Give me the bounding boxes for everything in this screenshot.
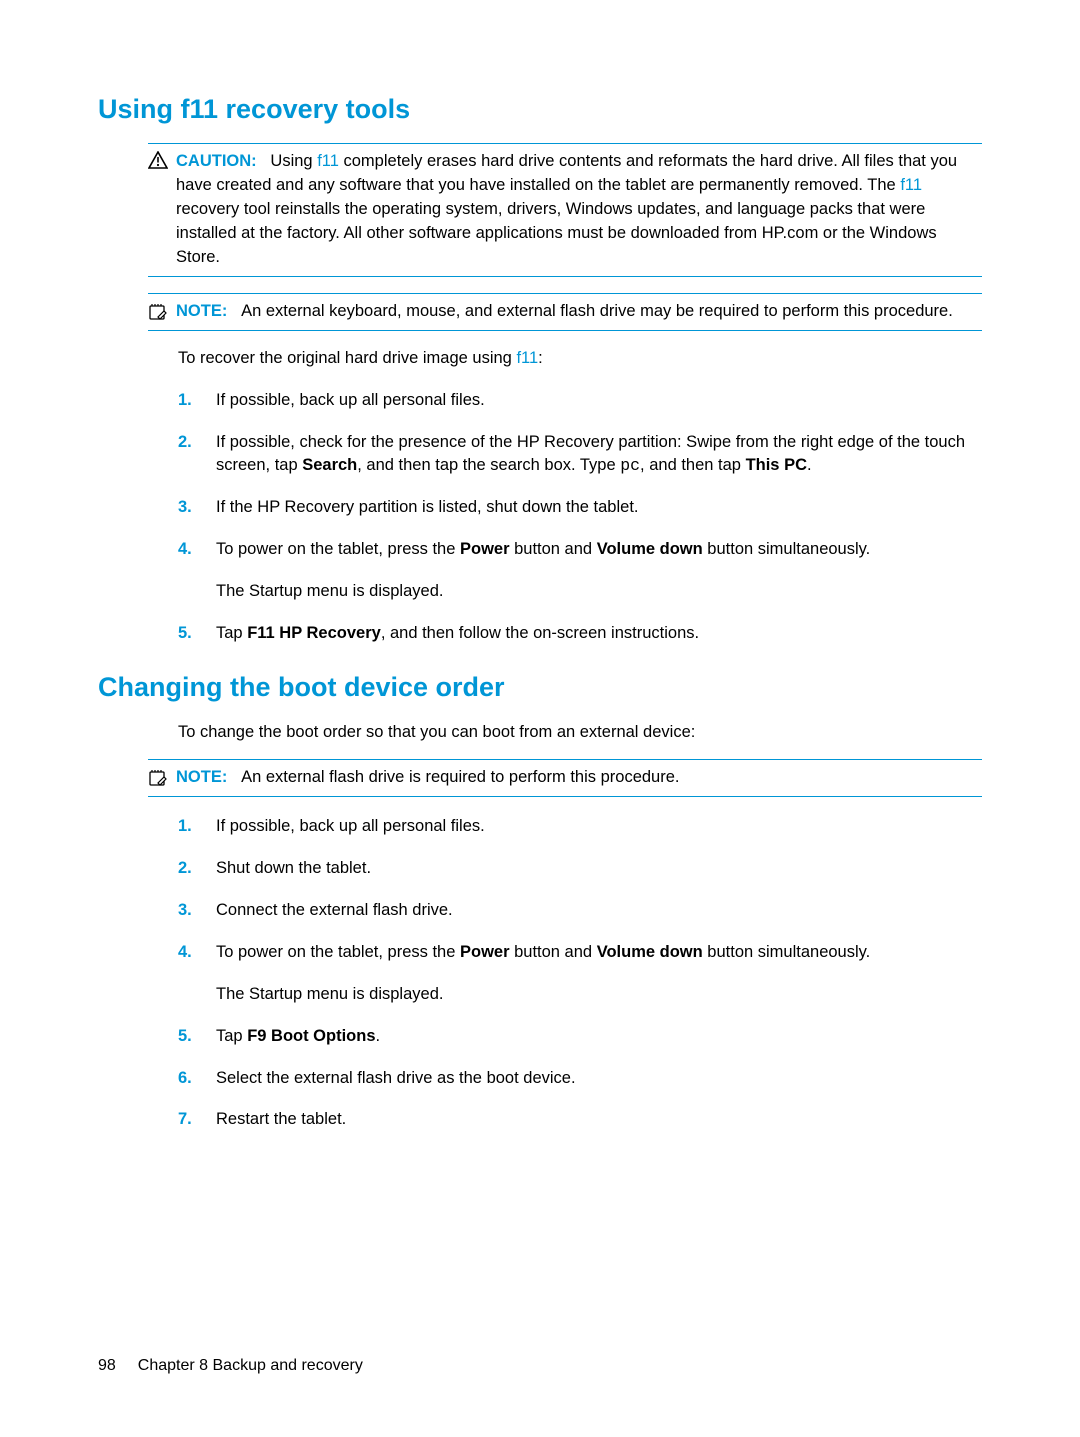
list-item: 1. If possible, back up all personal fil… xyxy=(178,815,982,839)
f9-boot-keyword: F9 Boot Options xyxy=(247,1027,375,1045)
step-number: 5. xyxy=(178,622,192,646)
note-text: NOTE: An external flash drive is require… xyxy=(176,766,982,790)
heading-using-f11: Using f11 recovery tools xyxy=(98,90,982,129)
list-item: 1. If possible, back up all personal fil… xyxy=(178,389,982,413)
caution-label: CAUTION: xyxy=(176,152,257,170)
step-number: 7. xyxy=(178,1108,192,1132)
list-item: 4. To power on the tablet, press the Pow… xyxy=(178,538,982,604)
list-item: 4. To power on the tablet, press the Pow… xyxy=(178,941,982,1007)
power-keyword: Power xyxy=(460,943,510,961)
pc-code: pc xyxy=(620,456,640,475)
step-number: 2. xyxy=(178,431,192,455)
note-text: NOTE: An external keyboard, mouse, and e… xyxy=(176,300,982,324)
note-icon xyxy=(148,767,172,787)
step-number: 1. xyxy=(178,815,192,839)
f11-key: f11 xyxy=(516,349,538,367)
sub-paragraph: The Startup menu is displayed. xyxy=(216,580,982,604)
step-number: 4. xyxy=(178,538,192,562)
page-number: 98 xyxy=(98,1357,116,1374)
note-label: NOTE: xyxy=(176,302,227,320)
caution-icon xyxy=(148,151,172,169)
list-item: 3. If the HP Recovery partition is liste… xyxy=(178,496,982,520)
note-callout-2: NOTE: An external flash drive is require… xyxy=(148,759,982,797)
search-keyword: Search xyxy=(302,456,357,474)
step-number: 5. xyxy=(178,1025,192,1049)
note-label: NOTE: xyxy=(176,768,227,786)
caution-text: CAUTION: Using f11 completely erases har… xyxy=(176,150,982,270)
step-number: 2. xyxy=(178,857,192,881)
list-item: 5. Tap F11 HP Recovery, and then follow … xyxy=(178,622,982,646)
list-item: 3. Connect the external flash drive. xyxy=(178,899,982,923)
power-keyword: Power xyxy=(460,540,510,558)
chapter-label: Chapter 8 Backup and recovery xyxy=(138,1357,363,1374)
sub-paragraph: The Startup menu is displayed. xyxy=(216,983,982,1007)
step-number: 4. xyxy=(178,941,192,965)
list-item: 7. Restart the tablet. xyxy=(178,1108,982,1132)
note-icon xyxy=(148,301,172,321)
steps-list-1: 1. If possible, back up all personal fil… xyxy=(178,389,982,646)
heading-boot-order: Changing the boot device order xyxy=(98,668,982,707)
step-number: 3. xyxy=(178,496,192,520)
caution-callout: CAUTION: Using f11 completely erases har… xyxy=(148,143,982,277)
f11-key: f11 xyxy=(317,152,339,170)
step-number: 1. xyxy=(178,389,192,413)
intro-text-2: To change the boot order so that you can… xyxy=(178,721,982,745)
list-item: 6. Select the external flash drive as th… xyxy=(178,1067,982,1091)
step-number: 3. xyxy=(178,899,192,923)
list-item: 2. If possible, check for the presence o… xyxy=(178,431,982,479)
f11-recovery-keyword: F11 HP Recovery xyxy=(247,624,381,642)
page: Using f11 recovery tools CAUTION: Using … xyxy=(0,0,1080,1437)
page-footer: 98 Chapter 8 Backup and recovery xyxy=(98,1354,363,1377)
list-item: 2. Shut down the tablet. xyxy=(178,857,982,881)
step-number: 6. xyxy=(178,1067,192,1091)
note-callout: NOTE: An external keyboard, mouse, and e… xyxy=(148,293,982,331)
steps-list-2: 1. If possible, back up all personal fil… xyxy=(178,815,982,1132)
intro-text: To recover the original hard drive image… xyxy=(178,347,982,371)
this-pc-keyword: This PC xyxy=(746,456,807,474)
list-item: 5. Tap F9 Boot Options. xyxy=(178,1025,982,1049)
volume-down-keyword: Volume down xyxy=(597,540,703,558)
volume-down-keyword: Volume down xyxy=(597,943,703,961)
f11-key: f11 xyxy=(900,176,922,194)
